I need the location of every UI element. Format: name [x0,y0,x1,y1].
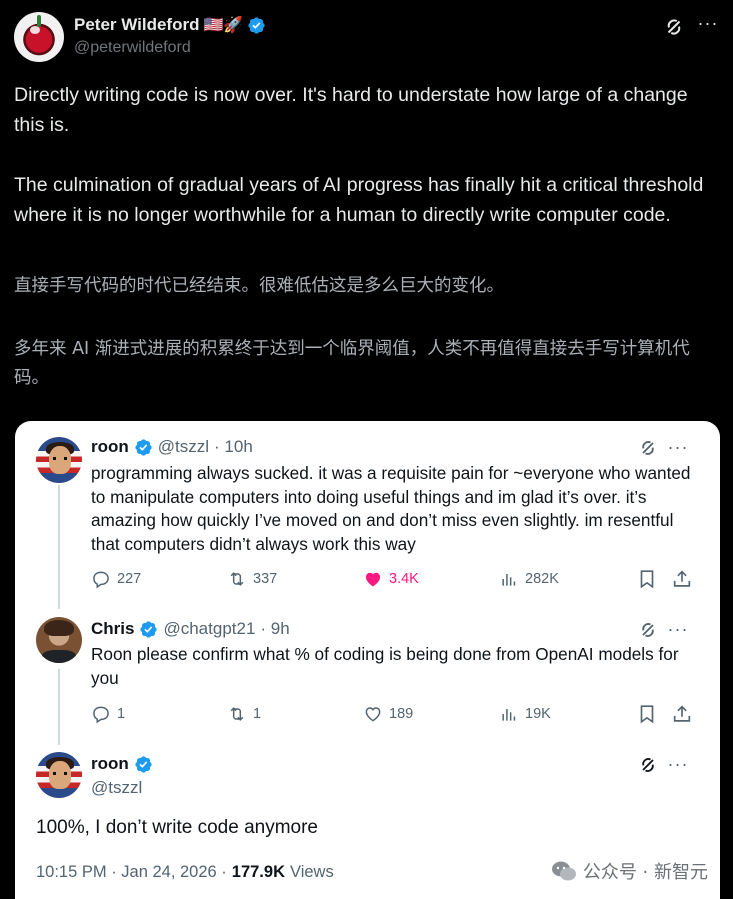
avatar[interactable] [14,12,64,62]
repost-icon [230,707,244,721]
tweet-header: roon @tszzl · 10h [91,436,253,458]
watermark-text: 公众号 · 新智元 [582,862,708,883]
grok-icon[interactable] [638,620,658,640]
views-button[interactable]: 282K [499,568,559,590]
repost-button[interactable]: 337 [227,568,277,590]
reply-button[interactable]: 1 [91,703,125,725]
more-icon[interactable]: ··· [667,620,689,641]
more-icon[interactable]: ··· [667,755,689,776]
tweet-header: roon [91,753,153,775]
quoted-thread-card[interactable]: roon @tszzl · 10h ··· programming always… [15,421,720,899]
verified-badge-icon [135,755,152,773]
tweet-actions: 1 1 189 19K [91,703,691,725]
tweet-handle[interactable]: @tszzl [158,437,209,457]
like-button[interactable]: 3.4K [363,568,419,590]
tweet-time[interactable]: · 9h [260,619,289,639]
verified-badge-icon [248,16,265,34]
bookmark-icon[interactable] [636,568,658,590]
author-handle[interactable]: @peterwildeford [74,39,191,57]
reply-icon [93,571,109,589]
focal-tweet-body: 100%, I don’t write code anymore [36,817,318,838]
views-button[interactable]: 19K [499,703,551,725]
more-icon[interactable]: ··· [697,14,719,37]
tweet-author-name[interactable]: roon [91,437,129,457]
author-emojis: 🇺🇸🚀 [203,17,244,34]
thread-connector [58,485,60,609]
share-icon[interactable] [671,568,693,590]
repost-count: 1 [253,706,262,722]
post-paragraph-2: The culmination of gradual years of AI p… [14,174,704,226]
reply-button[interactable]: 227 [91,568,141,590]
views-count: 19K [525,706,551,722]
reply-count: 1 [117,706,126,722]
tweet-timestamp[interactable]: 10:15 PM · Jan 24, 2026 · [36,863,227,882]
tweet-header: Chris @chatgpt21 · 9h [91,618,290,640]
avatar[interactable] [36,617,82,663]
tweet-author-name[interactable]: Chris [91,619,134,639]
reply-icon [93,706,109,724]
analytics-icon [502,574,516,586]
tweet-time[interactable]: · 10h [214,437,253,457]
verified-badge-icon [135,438,152,456]
wechat-watermark: 公众号 · 新智元 [551,858,708,884]
wechat-icon [551,861,576,881]
avatar[interactable] [36,437,82,483]
analytics-icon [502,709,516,721]
repost-count: 337 [253,571,278,587]
thread-connector [58,669,60,745]
post-header: Peter Wildeford 🇺🇸🚀 @peterwildeford ··· [14,12,719,62]
views-count: 282K [525,571,559,587]
like-button[interactable]: 189 [363,703,413,725]
bookmark-icon[interactable] [636,703,658,725]
tweet-body: programming always sucked. it was a requ… [91,463,691,554]
grok-icon[interactable] [638,438,658,458]
more-icon[interactable]: ··· [667,438,689,459]
share-icon[interactable] [671,703,693,725]
views-label: Views [290,863,334,881]
tweet-timestamp-row: 10:15 PM · Jan 24, 2026 · 177.9K Views [36,863,334,882]
repost-icon [230,572,244,586]
repost-button[interactable]: 1 [227,703,261,725]
heart-icon [365,572,381,587]
reply-count: 227 [117,571,142,587]
post-paragraph-1: Directly writing code is now over. It's … [14,84,688,136]
translation-paragraph-1: 直接手写代码的时代已经结束。很难低估这是多么巨大的变化。 [14,276,504,296]
tweet-handle[interactable]: @tszzl [91,778,142,798]
like-count: 3.4K [389,571,419,587]
tweet-handle[interactable]: @chatgpt21 [163,619,255,639]
translation-paragraph-2: 多年来 AI 渐进式进展的积累终于达到一个临界阈值，人类不再值得直接去手写计算机… [14,339,690,388]
verified-badge-icon [140,620,158,638]
grok-icon[interactable] [638,755,658,775]
heart-icon [365,707,381,722]
grok-icon[interactable] [663,16,685,38]
tweet-body: Roon please confirm what % of coding is … [91,644,679,688]
avatar[interactable] [36,752,82,798]
like-count: 189 [389,706,414,722]
tweet-actions: 227 337 3.4K 282K [91,568,691,590]
author-name-row: Peter Wildeford 🇺🇸🚀 [74,14,266,36]
tweet-author-name[interactable]: roon [91,754,129,774]
views-total: 177.9K [231,863,285,881]
author-name[interactable]: Peter Wildeford [74,15,199,35]
